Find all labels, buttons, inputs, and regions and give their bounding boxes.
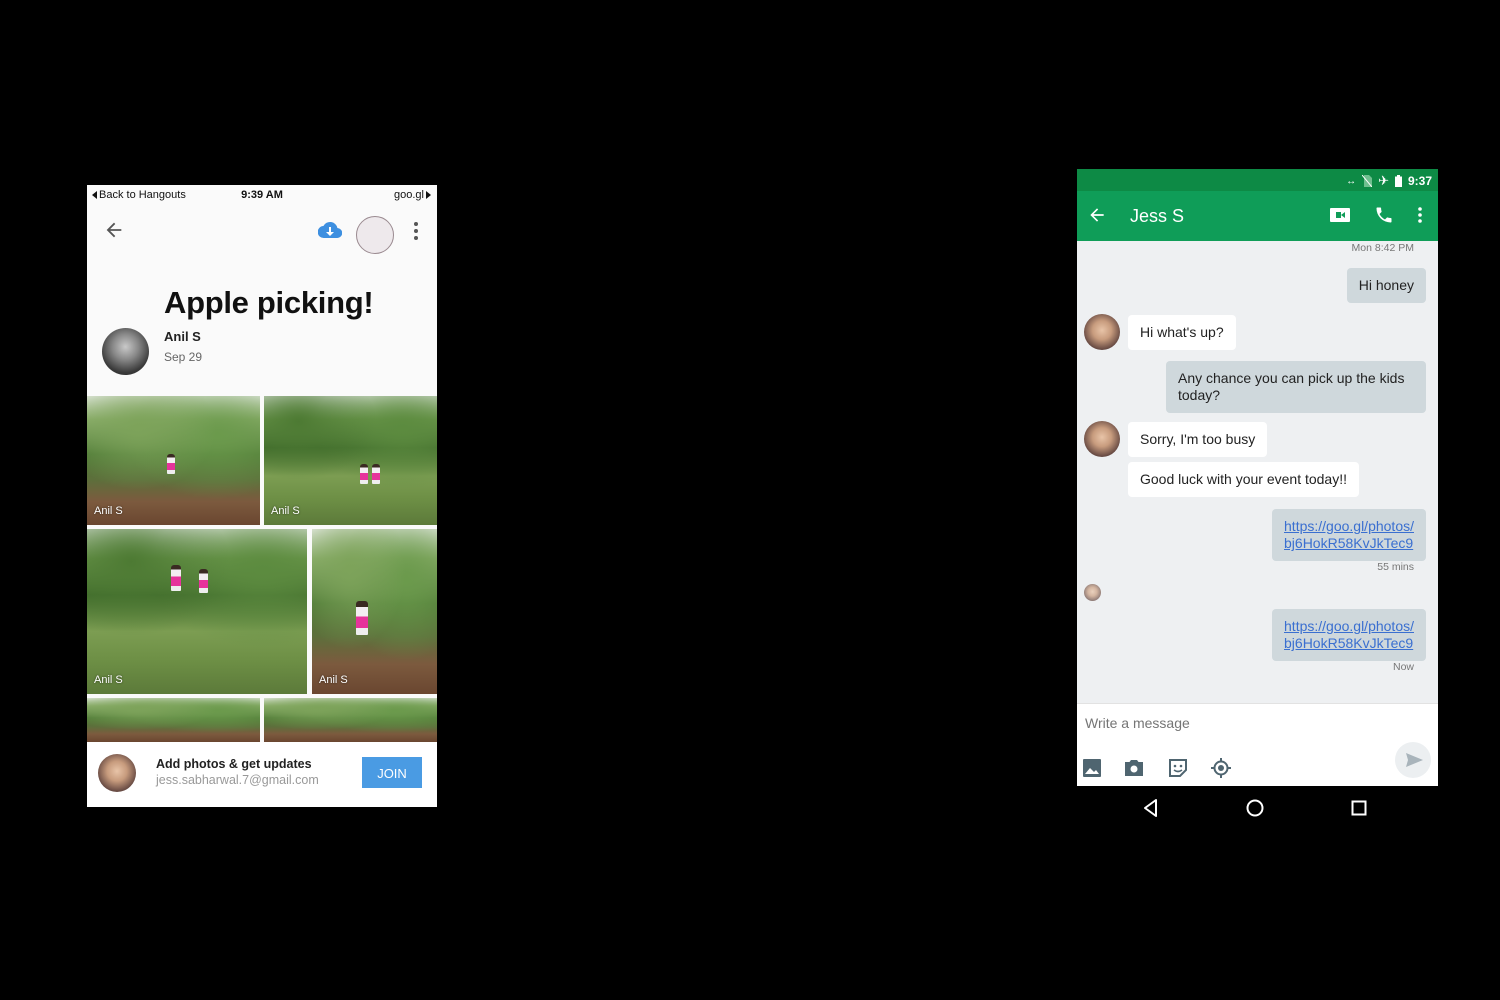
android-nav-bar <box>1077 786 1438 830</box>
android-hangouts-screen: ↔ ✈ 9:37 Jess S Mon 8:42 PM Hi honey Hi … <box>1077 169 1438 786</box>
message-outgoing[interactable]: Hi honey <box>1346 268 1426 303</box>
link-line-2: bj6HokR58KvJkTec9 <box>1284 535 1414 551</box>
photo-caption: Anil S <box>271 505 300 517</box>
photo-tile[interactable] <box>87 698 260 742</box>
photo-caption: Anil S <box>94 505 123 517</box>
photo-caption: Anil S <box>94 674 123 686</box>
battery-icon <box>1394 175 1402 187</box>
child-figure <box>171 565 181 591</box>
send-icon <box>1406 753 1423 767</box>
more-vertical-icon[interactable] <box>413 221 419 241</box>
owner-avatar <box>102 328 149 375</box>
message-outgoing[interactable]: Any chance you can pick up the kids toda… <box>1166 361 1426 413</box>
link-line-1: https://goo.gl/photos/ <box>1284 518 1414 534</box>
photo-caption: Anil S <box>319 674 348 686</box>
message-text: Hi what's up? <box>1140 324 1224 340</box>
conversation-timestamp: Mon 8:42 PM <box>1351 242 1414 254</box>
join-button[interactable]: JOIN <box>362 757 422 788</box>
message-text: Sorry, I'm too busy <box>1140 431 1256 447</box>
contact-name[interactable]: Jess S <box>1130 206 1184 227</box>
android-status-bar: ↔ ✈ 9:37 <box>1077 169 1438 191</box>
message-text: Good luck with your event today!! <box>1140 471 1347 487</box>
arrow-left-icon[interactable] <box>1087 205 1107 225</box>
data-sync-icon: ↔ <box>1346 175 1357 187</box>
ios-photos-screen: Back to Hangouts 9:39 AM goo.gl Apple pi… <box>87 185 437 807</box>
message-incoming[interactable]: Hi what's up? <box>1128 315 1236 350</box>
user-avatar <box>98 754 136 792</box>
message-composer <box>1077 703 1438 786</box>
message-text: Hi honey <box>1358 277 1414 293</box>
child-figure <box>360 464 368 484</box>
join-title: Add photos & get updates <box>156 757 312 771</box>
message-time: Now <box>1392 661 1414 673</box>
camera-icon[interactable] <box>1124 758 1144 778</box>
photos-link[interactable]: https://goo.gl/photos/bj6HokR58KvJkTec9 <box>1284 518 1414 551</box>
join-email: jess.sabharwal.7@gmail.com <box>156 773 319 787</box>
site-label: goo.gl <box>394 189 424 201</box>
contact-avatar <box>1084 314 1120 350</box>
more-vertical-icon[interactable] <box>1418 207 1422 223</box>
read-receipt-avatar <box>1084 584 1101 601</box>
child-figure <box>167 454 175 474</box>
message-time: 55 mins <box>1377 561 1414 573</box>
no-sim-icon <box>1362 175 1373 187</box>
link-line-1: https://goo.gl/photos/ <box>1284 618 1414 634</box>
video-call-icon[interactable] <box>1330 207 1350 223</box>
cloud-download-icon[interactable] <box>318 221 342 239</box>
message-outgoing-link: https://goo.gl/photos/bj6HokR58KvJkTec9 <box>1272 509 1426 561</box>
join-bar: Add photos & get updates jess.sabharwal.… <box>87 742 437 807</box>
home-circle-icon[interactable] <box>1245 798 1265 818</box>
photos-link[interactable]: https://goo.gl/photos/bj6HokR58KvJkTec9 <box>1284 618 1414 651</box>
sticker-icon[interactable] <box>1168 758 1188 778</box>
send-button[interactable] <box>1395 742 1431 778</box>
message-incoming[interactable]: Sorry, I'm too busy <box>1128 422 1268 457</box>
message-outgoing-link: https://goo.gl/photos/bj6HokR58KvJkTec9 <box>1272 609 1426 661</box>
photo-tile[interactable]: Anil S <box>264 396 437 525</box>
avatar-ring-icon[interactable] <box>356 216 394 254</box>
link-line-2: bj6HokR58KvJkTec9 <box>1284 635 1414 651</box>
album-date: Sep 29 <box>164 350 203 364</box>
ios-status-bar: Back to Hangouts 9:39 AM goo.gl <box>87 185 437 205</box>
album-title: Apple picking! <box>164 285 374 320</box>
airplane-icon: ✈ <box>1378 173 1389 188</box>
photo-tile[interactable]: Anil S <box>87 396 260 525</box>
location-icon[interactable] <box>1211 758 1231 778</box>
photo-tile[interactable] <box>264 698 437 742</box>
recents-square-icon[interactable] <box>1349 798 1369 818</box>
photo-tile[interactable]: Anil S <box>312 529 437 694</box>
app-bar: Jess S <box>1077 191 1438 241</box>
contact-avatar <box>1084 421 1120 457</box>
arrow-left-icon[interactable] <box>103 219 125 241</box>
owner-name: Anil S <box>164 329 201 344</box>
forward-triangle-icon <box>426 191 431 199</box>
site-link[interactable]: goo.gl <box>394 189 431 201</box>
child-figure <box>356 601 368 635</box>
child-figure <box>199 569 208 593</box>
photo-tile[interactable]: Anil S <box>87 529 307 694</box>
back-triangle-icon[interactable] <box>1141 798 1161 818</box>
status-time: 9:39 AM <box>241 189 283 201</box>
message-input[interactable] <box>1083 714 1367 732</box>
message-text: Any chance you can pick up the kids toda… <box>1178 370 1405 403</box>
child-figure <box>372 464 380 484</box>
status-time: 9:37 <box>1407 174 1432 188</box>
phone-icon[interactable] <box>1374 205 1394 225</box>
message-incoming[interactable]: Good luck with your event today!! <box>1128 462 1359 497</box>
image-icon[interactable] <box>1082 758 1102 778</box>
